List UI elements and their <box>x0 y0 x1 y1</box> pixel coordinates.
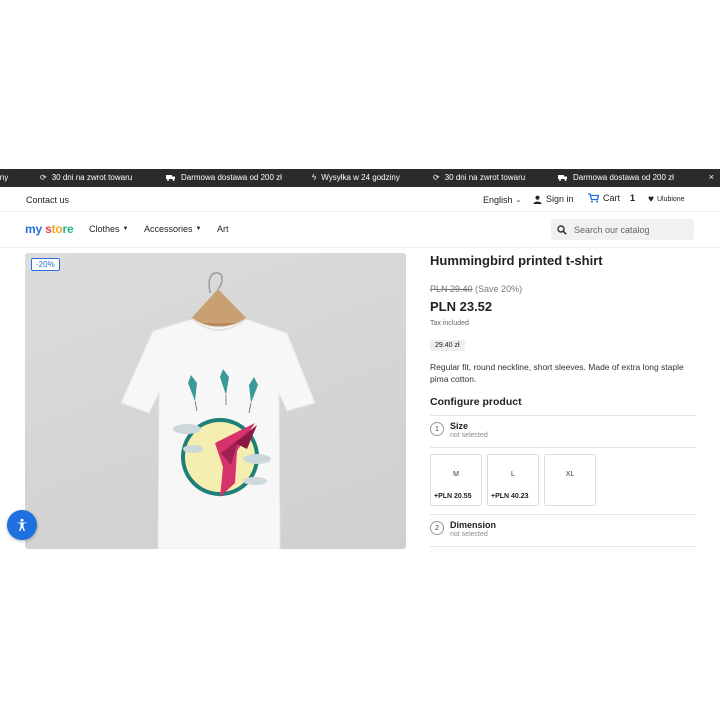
tshirt-illustration <box>120 272 316 549</box>
sign-in-link[interactable]: Sign in <box>533 194 574 204</box>
promo-item: ϟ Wysyłka w 24 godziny <box>312 173 400 182</box>
step-status: not selected <box>450 531 488 538</box>
promo-text: 30 dni na zwrot towaru <box>51 173 133 182</box>
promo-text: Darmowa dostawa od 200 zł <box>181 173 282 182</box>
current-price: PLN 23.52 <box>430 299 493 314</box>
size-label: L <box>511 471 515 478</box>
promo-bar: iny ⟳ 30 dni na zwrot towaru Darmowa dos… <box>0 169 720 187</box>
promo-item: Darmowa dostawa od 200 zł <box>166 173 282 182</box>
size-label: XL <box>565 471 575 478</box>
size-price: +PLN 40.23 <box>491 493 529 500</box>
promo-item: Darmowa dostawa od 200 zł <box>558 173 674 182</box>
step-dimension[interactable]: 2 Dimension not selected <box>430 520 496 538</box>
menu-label: Art <box>217 224 229 234</box>
product-title: Hummingbird printed t-shirt <box>430 253 603 268</box>
cart-label: Cart <box>603 193 621 203</box>
menu-label: Clothes <box>89 224 120 234</box>
price-chip: 29.40 zł <box>430 340 465 351</box>
size-option-m[interactable]: M +PLN 20.55 <box>430 454 482 506</box>
search-placeholder: Search our catalog <box>574 224 650 235</box>
configure-heading: Configure product <box>430 396 522 408</box>
menu-accessories[interactable]: Accessories ▼ <box>144 224 201 234</box>
bolt-icon: ϟ <box>312 173 317 182</box>
size-option-l[interactable]: L +PLN 40.23 <box>487 454 539 506</box>
close-icon[interactable]: × <box>709 172 714 182</box>
accessibility-button[interactable] <box>7 510 37 540</box>
favorites-label: Ulubione <box>656 196 685 203</box>
chevron-down-icon: ⌄ <box>515 197 522 204</box>
language-label: English <box>483 195 513 205</box>
divider <box>430 514 696 515</box>
caret-down-icon: ▼ <box>195 226 202 232</box>
menu-art[interactable]: Art <box>217 224 229 234</box>
promo-text: 30 dni na zwrot towaru <box>444 173 526 182</box>
save-text: (Save 20%) <box>475 284 523 294</box>
search-input[interactable]: Search our catalog <box>551 219 694 240</box>
promo-text: Wysyłka w 24 godziny <box>321 173 400 182</box>
divider <box>430 447 696 448</box>
main-header: my store Clothes ▼ Accessories ▼ Art Sea… <box>0 212 720 248</box>
caret-down-icon: ▼ <box>122 226 129 232</box>
old-price: PLN 29.40 <box>430 284 473 294</box>
contact-us-link[interactable]: Contact us <box>26 195 69 205</box>
step-size[interactable]: 1 Size not selected <box>430 421 488 439</box>
tax-note: Tax included <box>430 320 469 327</box>
menu-clothes[interactable]: Clothes ▼ <box>89 224 128 234</box>
product-description: Regular fit, round neckline, short sleev… <box>430 362 684 384</box>
store-logo[interactable]: my store <box>25 222 74 236</box>
accessibility-icon <box>16 518 28 531</box>
top-nav: Contact us English ⌄ Sign in Cart 1 ♥ Ul… <box>0 187 720 212</box>
cart-count: 1 <box>630 193 636 203</box>
promo-text: iny <box>0 173 9 182</box>
sign-in-label: Sign in <box>546 194 574 204</box>
size-options: M +PLN 20.55 L +PLN 40.23 XL <box>430 454 596 506</box>
language-selector[interactable]: English ⌄ <box>483 195 521 205</box>
step-number: 2 <box>430 521 444 535</box>
step-status: not selected <box>450 432 488 439</box>
discount-badge: -20% <box>31 258 60 271</box>
user-icon <box>533 195 542 204</box>
promo-item: iny <box>0 173 8 182</box>
size-price: +PLN 20.55 <box>434 493 472 500</box>
heart-icon: ♥ <box>648 194 654 205</box>
cart-link[interactable]: Cart 1 <box>588 193 635 203</box>
step-name: Dimension <box>450 520 497 530</box>
divider <box>430 546 696 547</box>
promo-item: ⟳ 30 dni na zwrot towaru <box>433 173 525 182</box>
search-icon <box>557 224 567 235</box>
cart-icon <box>588 193 599 203</box>
favorites-link[interactable]: ♥ Ulubione <box>648 194 685 205</box>
divider <box>430 415 696 416</box>
size-label: M <box>453 471 459 478</box>
product-image[interactable]: -20% <box>25 253 406 549</box>
step-number: 1 <box>430 422 444 436</box>
truck-icon <box>558 175 567 181</box>
promo-text: Darmowa dostawa od 200 zł <box>573 173 674 182</box>
size-option-xl[interactable]: XL <box>544 454 596 506</box>
menu-label: Accessories <box>144 224 193 234</box>
truck-icon <box>166 175 175 181</box>
refresh-icon: ⟳ <box>40 173 47 182</box>
refresh-icon: ⟳ <box>433 173 440 182</box>
old-price-line: PLN 29.40 (Save 20%) <box>430 284 522 294</box>
step-name: Size <box>450 421 469 431</box>
promo-item: ⟳ 30 dni na zwrot towaru <box>40 173 132 182</box>
